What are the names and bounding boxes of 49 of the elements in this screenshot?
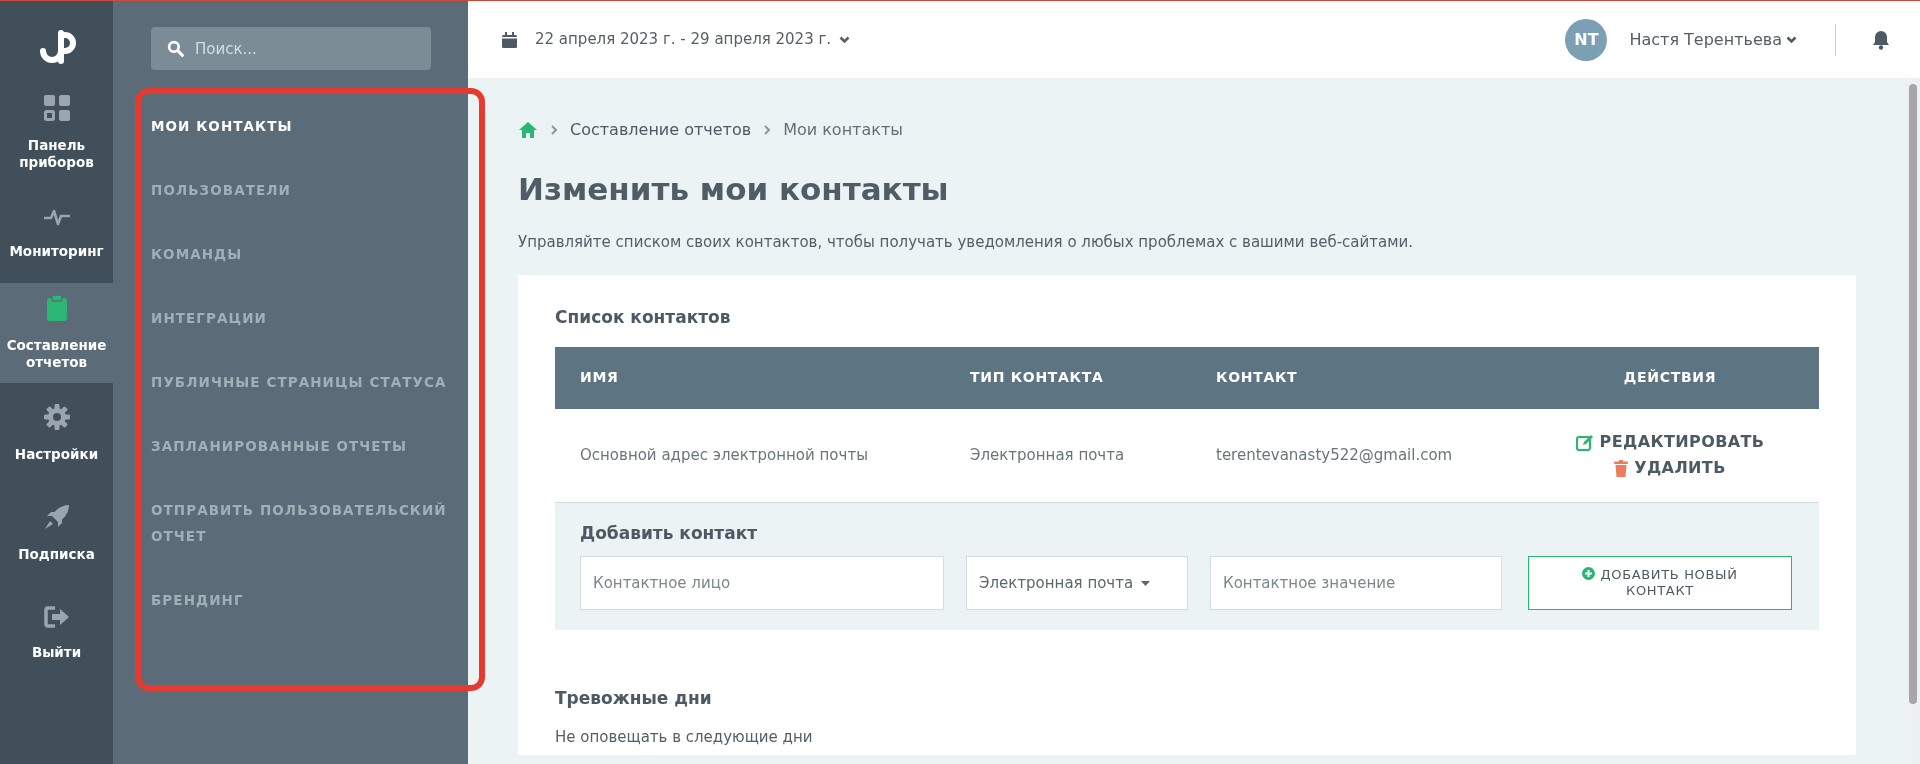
bell-icon[interactable] [1872,29,1890,50]
contact-value-field[interactable]: Контактное значение [1210,556,1502,610]
contact-type-dropdown[interactable]: Электронная почта [966,556,1188,610]
table-cell-text: Электронная почта [969,444,1126,466]
table-cell-text: terentevanasty522@gmail.com [1215,444,1454,466]
user-menu-button[interactable]: Настя Терентьева [1629,27,1797,52]
calendar-icon [502,31,517,48]
home-icon[interactable] [518,121,538,139]
section-title: Список контактов [555,306,732,329]
page-description: Управляйте списком своих контактов, чтобы получать уведомления о любых проблемах с вашими веб-сайтами. [518,231,1415,253]
nav-item[interactable]: Настройки [0,383,113,483]
nav-item[interactable]: Панель приборов [0,83,113,183]
page-title: Изменить мои контакты [518,170,950,209]
nav-item[interactable]: Подписка [0,483,113,583]
caret-icon [839,35,851,44]
contact-name-field[interactable]: Контактное лицо [580,556,944,610]
breadcrumb-link[interactable]: Составление отчетов [570,118,752,142]
section-text: Не оповещать в следующие дни [555,726,814,748]
section-title: Тревожные дни [555,687,713,710]
user-avatar: NT [1565,18,1608,61]
date-range-button[interactable]: 22 апреля 2023 г. - 29 апреля 2023 г. [535,28,851,51]
edit-button[interactable]: РЕДАКТИРОВАТЬ [1575,430,1765,454]
search-field[interactable]: Поиск... [151,27,431,70]
clipboard-icon [46,295,67,321]
column-header: ДЕЙСТВИЯ [1622,368,1718,387]
delete-button[interactable]: УДАЛИТЬ [1614,456,1726,480]
submenu-link[interactable]: МОИ КОНТАКТЫ [151,94,293,158]
trash-icon [1614,459,1629,477]
grid-icon [43,95,70,121]
plus-circle-icon [1582,566,1596,580]
column-header: ТИП КОНТАКТА [969,368,1105,387]
rocket-icon [43,503,70,530]
breadcrumb-current: Мои контакты [783,119,903,141]
nav-item[interactable]: Составление отчетов [0,283,113,383]
column-header: КОНТАКТ [1215,368,1299,387]
edit-icon [1575,433,1594,451]
caret-icon [1141,580,1151,586]
table-cell-text: Основной адрес электронной почты [579,444,869,466]
nav-item[interactable]: Выйти [0,583,113,683]
scrollbar-thumb[interactable] [1909,84,1917,704]
caret-icon [1786,35,1797,44]
add-contact-button[interactable]: ДОБАВИТЬ НОВЫЙ КОНТАКТ [1528,556,1792,610]
column-header: ИМЯ [579,368,620,387]
search-icon [167,40,184,57]
chevron-icon [550,124,558,136]
chevron-icon [763,124,772,136]
section-title: Добавить контакт [580,521,759,545]
logout-icon [43,605,70,628]
nav-item[interactable]: Мониторинг [0,183,113,283]
